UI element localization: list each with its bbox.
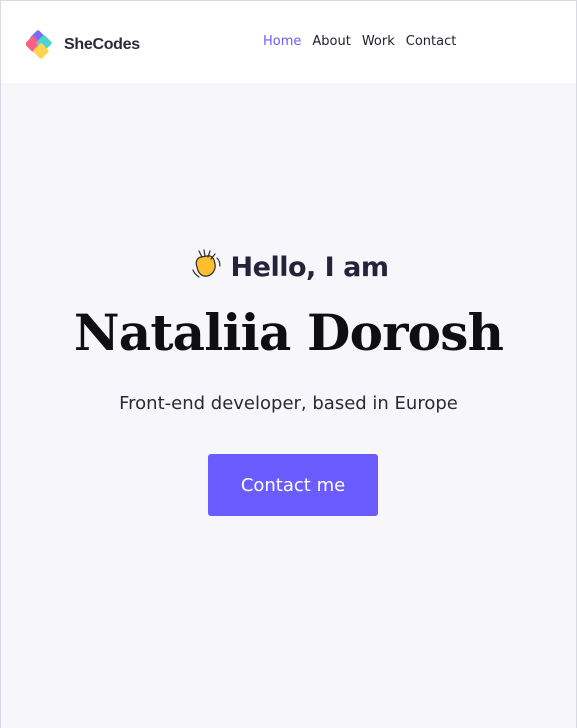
person-name: Nataliia Dorosh: [73, 303, 504, 362]
brand-name: SheCodes: [64, 36, 140, 53]
shecodes-logo-icon: [25, 28, 60, 62]
nav-work[interactable]: Work: [362, 34, 395, 49]
page-frame: SheCodes Home About Work Contact Hello, …: [0, 0, 577, 728]
greeting-text: Hello, I am: [230, 252, 389, 283]
nav-about[interactable]: About: [312, 34, 350, 49]
main-nav: Home About Work Contact: [263, 34, 456, 49]
brand-logo-link[interactable]: SheCodes: [25, 28, 140, 62]
waving-hand-icon: [189, 247, 223, 288]
contact-me-button[interactable]: Contact me: [208, 454, 378, 516]
site-header: SheCodes Home About Work Contact: [1, 1, 576, 83]
hero-tagline: Front-end developer, based in Europe: [119, 393, 458, 414]
nav-home[interactable]: Home: [263, 34, 301, 49]
greeting-line: Hello, I am: [1, 247, 576, 288]
nav-contact[interactable]: Contact: [406, 34, 457, 49]
